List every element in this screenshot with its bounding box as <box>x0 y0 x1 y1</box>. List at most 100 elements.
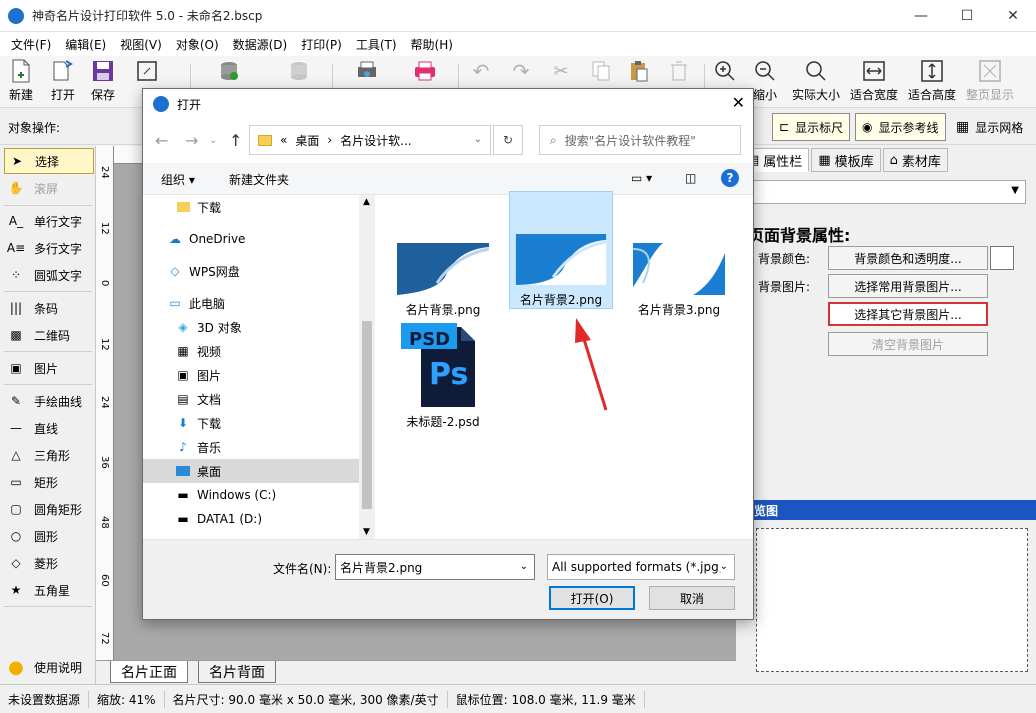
file-item[interactable]: 名片背景.png <box>391 203 495 319</box>
tool-star[interactable]: ★ 五角星 <box>4 577 94 603</box>
tool-scroll[interactable]: ✋ 滚屏 <box>4 175 94 201</box>
breadcrumb-folder[interactable]: 名片设计软... <box>340 132 411 149</box>
tree-item-downloads-pc[interactable]: ⬇ 下载 <box>143 411 359 435</box>
save-button[interactable]: 保存 <box>90 58 116 106</box>
file-item[interactable]: 名片背景3.png <box>627 203 731 319</box>
other-bg-button[interactable]: 选择其它背景图片... <box>828 302 988 326</box>
view-icon[interactable]: ▭ ▾ <box>631 171 652 185</box>
clear-bg-button[interactable]: 清空背景图片 <box>828 332 988 356</box>
help-guide-button[interactable]: ● 使用说明 <box>4 654 94 680</box>
menu-help[interactable]: 帮助(H) <box>404 36 460 53</box>
tab-templates[interactable]: ▦ 模板库 <box>811 148 881 172</box>
pen-icon: ✎ <box>10 394 22 408</box>
back-arrow-icon[interactable]: ← <box>155 131 168 150</box>
tree-item-pictures[interactable]: ▣ 图片 <box>143 363 359 387</box>
new-file-icon <box>8 58 34 84</box>
zoom-out-button[interactable]: 缩小 <box>752 58 778 106</box>
tool-freehand[interactable]: ✎ 手绘曲线 <box>4 388 94 414</box>
refresh-button[interactable]: ↻ <box>493 125 523 155</box>
menu-datasource[interactable]: 数据源(D) <box>226 36 295 53</box>
text-icon: A_ <box>8 214 24 228</box>
tree-item-desktop[interactable]: 桌面 <box>143 459 359 483</box>
tool-rounded-rectangle[interactable]: ▢ 圆角矩形 <box>4 496 94 522</box>
chevron-up-icon[interactable]: ▲ <box>363 197 370 207</box>
tab-back[interactable]: 名片背面 <box>198 661 276 683</box>
open-button[interactable]: 打开(O) <box>549 586 635 610</box>
close-button[interactable]: ✕ <box>990 0 1036 32</box>
up-arrow-icon[interactable]: ↑ <box>229 131 242 150</box>
tree-item-3d-objects[interactable]: ◈ 3D 对象 <box>143 315 359 339</box>
tree-item-wps[interactable]: ◇ WPS网盘 <box>143 259 359 283</box>
chevron-down-icon[interactable]: ⌄ <box>719 561 728 572</box>
tool-qrcode[interactable]: ▩ 二维码 <box>4 322 94 348</box>
tree-item-music[interactable]: ♪ 音乐 <box>143 435 359 459</box>
tree-scrollbar[interactable]: ▲ ▼ <box>359 195 375 539</box>
minimize-button[interactable]: — <box>898 0 944 32</box>
menu-print[interactable]: 打印(P) <box>294 36 349 53</box>
ruler-mark: 48 <box>99 516 110 529</box>
preview-pane-icon[interactable]: ◫ <box>685 171 696 185</box>
file-item[interactable]: PSD Ps 未标题-2.psd <box>391 321 495 437</box>
fit-width-button[interactable]: 适合宽度 <box>850 58 898 106</box>
tree-item-onedrive[interactable]: ☁ OneDrive <box>143 227 359 251</box>
breadcrumb-desktop[interactable]: 桌面 <box>295 132 319 149</box>
tool-multi-line-text[interactable]: A≡ 多行文字 <box>4 235 94 261</box>
search-input[interactable]: ⌕ 搜索"名片设计软件教程" <box>539 125 741 155</box>
forward-arrow-icon[interactable]: → <box>185 131 198 150</box>
tool-diamond[interactable]: ◇ 菱形 <box>4 550 94 576</box>
show-grid-toggle[interactable]: ▦ 显示网格 <box>952 113 1027 141</box>
tree-item-this-pc[interactable]: ▭ 此电脑 <box>143 291 359 315</box>
menu-tools[interactable]: 工具(T) <box>349 36 404 53</box>
diamond-icon: ◇ <box>11 556 21 570</box>
full-page-button[interactable]: 整页显示 <box>966 58 1014 106</box>
section-title: 页面背景属性: <box>748 226 851 245</box>
common-bg-button[interactable]: 选择常用背景图片... <box>828 274 988 298</box>
filename-input[interactable]: 名片背景2.png ⌄ <box>335 554 535 580</box>
chevron-down-icon[interactable]: ⌄ <box>520 561 528 572</box>
help-icon[interactable]: ? <box>721 169 739 187</box>
file-item-selected[interactable]: 名片背景2.png <box>509 191 613 309</box>
tool-barcode[interactable]: ||| 条码 <box>4 295 94 321</box>
menu-file[interactable]: 文件(F) <box>4 36 58 53</box>
new-folder-button[interactable]: 新建文件夹 <box>229 171 289 188</box>
new-button[interactable]: 新建 <box>8 58 34 106</box>
tool-arc-text[interactable]: ⁘ 圆弧文字 <box>4 262 94 288</box>
file-type-select[interactable]: All supported formats (*.jpg; ⌄ <box>547 554 735 580</box>
chevron-down-icon[interactable]: ⌄ <box>474 134 482 145</box>
tool-circle[interactable]: ○ 圆形 <box>4 523 94 549</box>
tool-image[interactable]: ▣ 图片 <box>4 355 94 381</box>
bg-color-button[interactable]: 背景颜色和透明度... <box>828 246 988 270</box>
actual-size-button[interactable]: 实际大小 <box>792 58 840 106</box>
tree-item-drive-d[interactable]: ▬ DATA1 (D:) <box>143 507 359 531</box>
template-icon: ▦ <box>818 152 831 168</box>
menu-view[interactable]: 视图(V) <box>113 36 169 53</box>
show-ruler-toggle[interactable]: ⊏ 显示标尺 <box>772 113 851 141</box>
tool-line[interactable]: — 直线 <box>4 415 94 441</box>
tool-rectangle[interactable]: ▭ 矩形 <box>4 469 94 495</box>
menu-object[interactable]: 对象(O) <box>169 36 226 53</box>
bg-color-swatch[interactable] <box>990 246 1014 270</box>
tool-select[interactable]: ➤ 选择 <box>4 148 94 174</box>
organize-button[interactable]: 组织 ▾ <box>161 171 195 188</box>
address-bar[interactable]: « 桌面 › 名片设计软... ⌄ <box>249 125 491 155</box>
cancel-button[interactable]: 取消 <box>649 586 735 610</box>
menu-edit[interactable]: 编辑(E) <box>58 36 113 53</box>
tree-item-drive-c[interactable]: ▬ Windows (C:) <box>143 483 359 507</box>
object-selector[interactable]: ▼ <box>748 180 1026 204</box>
tool-triangle[interactable]: △ 三角形 <box>4 442 94 468</box>
scrollbar-thumb[interactable] <box>362 321 372 509</box>
tab-materials[interactable]: ⌂ 素材库 <box>882 148 948 172</box>
tree-item-documents[interactable]: ▤ 文档 <box>143 387 359 411</box>
show-guides-toggle[interactable]: ◉ 显示参考线 <box>855 113 946 141</box>
tree-item-downloads[interactable]: 下载 <box>143 195 359 219</box>
chevron-down-icon[interactable]: ▼ <box>363 527 370 537</box>
maximize-button[interactable]: ☐ <box>944 0 990 32</box>
fit-height-icon <box>919 58 945 84</box>
tool-single-line-text[interactable]: A_ 单行文字 <box>4 208 94 234</box>
chevron-down-icon[interactable]: ⌄ <box>209 135 217 146</box>
open-button[interactable]: 打开 <box>50 58 76 106</box>
fit-height-button[interactable]: 适合高度 <box>908 58 956 106</box>
tab-front[interactable]: 名片正面 <box>110 661 188 683</box>
tree-item-videos[interactable]: ▦ 视频 <box>143 339 359 363</box>
close-icon[interactable]: ✕ <box>732 93 745 112</box>
